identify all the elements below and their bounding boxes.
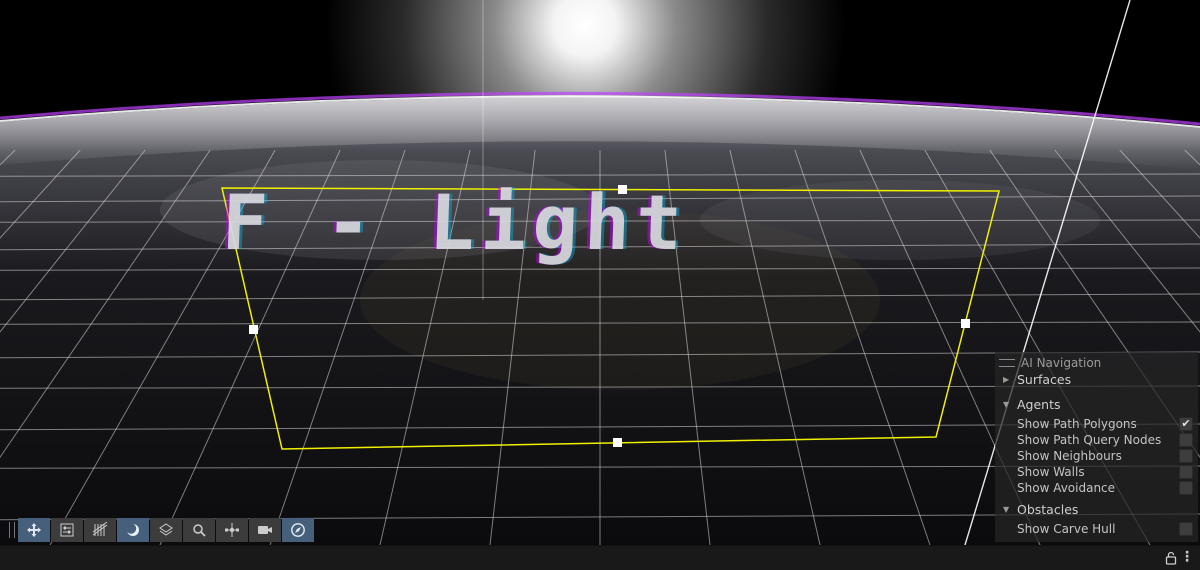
compass-button[interactable] [282, 518, 314, 542]
search-icon [193, 524, 206, 537]
checkbox-show-neighbours[interactable] [1179, 449, 1193, 463]
collapse-arrow-icon: ▼ [1003, 505, 1010, 514]
transform-gizmo-button[interactable] [216, 518, 248, 542]
transform-gizmo-icon [225, 523, 239, 537]
move-view-icon [27, 523, 41, 537]
resize-handle-right[interactable] [961, 319, 970, 328]
agents-label: Agents [1017, 397, 1061, 412]
more-vertical-icon[interactable]: ⋮ [1180, 550, 1194, 564]
checkbox-show-walls[interactable] [1179, 465, 1193, 479]
collapse-arrow-icon: ▼ [1003, 400, 1010, 409]
resize-handle-left[interactable] [249, 325, 258, 334]
compass-icon [291, 523, 305, 537]
lighting-toggle-button[interactable] [117, 518, 149, 542]
grid-hatch-icon [92, 522, 108, 536]
lock-icon[interactable] [1164, 551, 1178, 565]
sliders-button[interactable] [51, 518, 83, 542]
search-button[interactable] [183, 518, 215, 542]
sliders-icon [60, 523, 74, 537]
checkbox-show-path-query-nodes[interactable] [1179, 433, 1193, 447]
status-bar: ⋮ [0, 545, 1200, 570]
layers-button[interactable] [150, 518, 182, 542]
surfaces-label: Surfaces [1017, 372, 1072, 387]
world-text-label: F - Light [220, 178, 690, 267]
option-show-walls[interactable]: Show Walls [1017, 464, 1193, 480]
expand-arrow-icon: ▶ [1003, 375, 1010, 384]
obstacles-foldout[interactable]: ▼ Obstacles [1003, 502, 1078, 517]
option-show-neighbours[interactable]: Show Neighbours [1017, 448, 1193, 464]
drag-grip-icon[interactable] [999, 359, 1015, 367]
toolbar-drag-grip[interactable] [9, 522, 15, 538]
camera-visibility-button[interactable] [249, 518, 281, 542]
layers-icon [159, 523, 173, 536]
checkbox-show-carve-hull[interactable] [1179, 522, 1193, 536]
moon-icon [125, 523, 139, 536]
option-show-path-query-nodes[interactable]: Show Path Query Nodes [1017, 432, 1193, 448]
overlay-title-bar[interactable]: AI Navigation [999, 355, 1101, 371]
resize-handle-bottom[interactable] [613, 438, 622, 447]
option-show-path-polygons[interactable]: Show Path Polygons ✔ [1017, 416, 1193, 432]
surfaces-foldout[interactable]: ▶ Surfaces [1003, 372, 1071, 387]
camera-visibility-icon [258, 526, 272, 534]
ai-navigation-overlay: AI Navigation ▶ Surfaces ▼ Agents Show P… [995, 352, 1198, 542]
checkbox-show-path-polygons[interactable]: ✔ [1179, 417, 1193, 431]
grid-hatch-button[interactable] [84, 518, 116, 542]
agents-foldout[interactable]: ▼ Agents [1003, 397, 1061, 412]
move-view-button[interactable] [18, 518, 50, 542]
checkbox-show-avoidance[interactable] [1179, 481, 1193, 495]
option-show-avoidance[interactable]: Show Avoidance [1017, 480, 1193, 496]
scene-tools-toolbar [18, 518, 314, 542]
checkmark-icon: ✔ [1181, 417, 1191, 430]
option-show-carve-hull[interactable]: Show Carve Hull [1017, 521, 1193, 537]
overlay-title: AI Navigation [1021, 356, 1102, 370]
obstacles-label: Obstacles [1017, 502, 1079, 517]
